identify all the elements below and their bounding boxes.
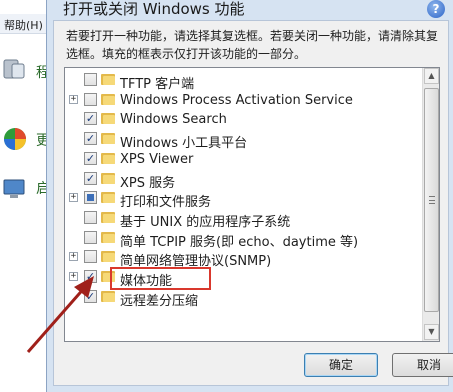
folder-icon bbox=[101, 93, 115, 105]
feature-checkbox[interactable] bbox=[84, 191, 97, 205]
media-features-highlight bbox=[110, 267, 211, 290]
ok-button[interactable]: 确定 bbox=[304, 353, 378, 377]
vertical-scrollbar[interactable]: ▲ ▼ bbox=[422, 68, 439, 341]
feature-label: 远程差分压缩 bbox=[120, 293, 199, 309]
feature-tree[interactable]: TFTP 客户端 + Windows Process Activation Serv… bbox=[64, 67, 440, 342]
feature-checkbox[interactable] bbox=[84, 250, 97, 264]
help-icon[interactable]: ? bbox=[427, 0, 445, 18]
feature-checkbox[interactable] bbox=[84, 230, 97, 244]
feature-row[interactable]: TFTP 客户端 bbox=[65, 70, 421, 92]
feature-label: XPS Viewer bbox=[120, 151, 194, 167]
scroll-down-icon[interactable]: ▼ bbox=[424, 324, 439, 340]
feature-checkbox[interactable] bbox=[84, 92, 97, 106]
feature-checkbox[interactable]: ✓ bbox=[84, 151, 97, 165]
folder-icon bbox=[101, 73, 115, 85]
feature-checkbox[interactable] bbox=[84, 73, 97, 86]
feature-row[interactable]: + Windows Process Activation Service bbox=[65, 90, 421, 110]
feature-checkbox[interactable]: ✓ bbox=[84, 171, 97, 185]
scroll-up-icon[interactable]: ▲ bbox=[424, 68, 439, 84]
folder-icon bbox=[101, 290, 115, 302]
folder-icon bbox=[101, 132, 115, 145]
dialog-title: 打开或关闭 Windows 功能 bbox=[63, 0, 245, 18]
expand-icon[interactable]: + bbox=[69, 94, 78, 104]
thumb-grip-icon bbox=[429, 196, 435, 204]
folder-icon bbox=[101, 152, 115, 164]
expand-icon[interactable]: + bbox=[69, 272, 78, 281]
feature-checkbox[interactable]: ✓ bbox=[84, 112, 97, 126]
feature-label: Windows Search bbox=[120, 112, 227, 128]
folder-icon bbox=[101, 191, 115, 204]
feature-checkbox[interactable]: ✓ bbox=[84, 270, 97, 283]
feature-row[interactable]: 基于 UNIX 的应用程序子系统 bbox=[65, 208, 421, 230]
folder-icon bbox=[101, 250, 115, 263]
feature-row[interactable]: + 简单网络管理协议(SNMP) bbox=[65, 247, 421, 269]
dialog-content: 若要打开一种功能，请选择其复选框。若要关闭一种功能，请清除其复选框。填充的框表示… bbox=[53, 20, 453, 386]
feature-checkbox[interactable]: ✓ bbox=[84, 289, 97, 303]
feature-row[interactable]: 简单 TCPIP 服务(即 echo、daytime 等) bbox=[65, 228, 421, 250]
feature-row[interactable]: ✓ XPS 服务 bbox=[65, 169, 421, 191]
feature-checkbox[interactable] bbox=[84, 210, 97, 224]
cancel-button[interactable]: 取消 bbox=[392, 353, 453, 377]
feature-checkbox[interactable]: ✓ bbox=[84, 132, 97, 146]
help-menu[interactable]: 帮助(H) bbox=[4, 17, 43, 33]
feature-row[interactable]: ✓ XPS Viewer bbox=[65, 149, 421, 169]
folder-icon bbox=[101, 231, 115, 243]
scroll-thumb[interactable] bbox=[424, 88, 439, 312]
expand-icon[interactable]: + bbox=[69, 193, 78, 203]
feature-row[interactable]: ✓ Windows Search bbox=[65, 109, 421, 129]
folder-icon bbox=[101, 172, 115, 184]
folder-icon bbox=[101, 112, 115, 125]
feature-row[interactable]: + 打印和文件服务 bbox=[65, 188, 421, 210]
feature-row[interactable]: ✓ Windows 小工具平台 bbox=[65, 129, 421, 151]
expand-icon[interactable]: + bbox=[69, 252, 78, 262]
feature-label: Windows Process Activation Service bbox=[120, 92, 353, 108]
windows-features-dialog: 打开或关闭 Windows 功能 ? 若要打开一种功能，请选择其复选框。若要关闭… bbox=[46, 0, 453, 392]
folder-icon bbox=[101, 211, 115, 223]
dialog-description: 若要打开一种功能，请选择其复选框。若要关闭一种功能，请清除其复选框。填充的框表示… bbox=[66, 29, 439, 61]
computer-icon bbox=[3, 179, 25, 198]
programs-icon bbox=[3, 59, 25, 79]
windows-update-icon bbox=[4, 128, 26, 150]
